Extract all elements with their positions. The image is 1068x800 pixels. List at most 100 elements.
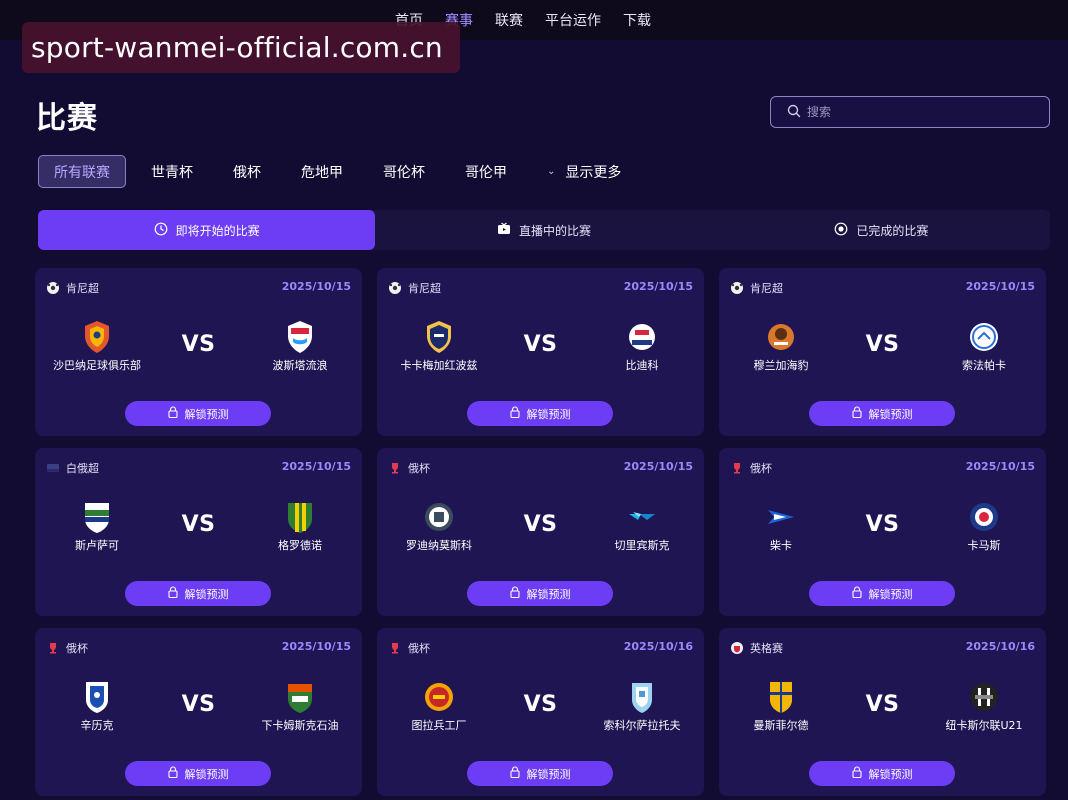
team-name: 穆兰加海豹 (753, 359, 809, 372)
unlock-prediction-button[interactable]: 解锁预测 (809, 401, 955, 426)
soccer-ball-icon (388, 280, 402, 294)
tab-live-label: 直播中的比赛 (518, 223, 591, 238)
team-crest-icon (922, 680, 1046, 714)
away-team[interactable]: 格罗德诺 (238, 500, 362, 553)
lock-icon (509, 406, 520, 421)
match-date: 2025/10/16 (623, 640, 693, 653)
match-date: 2025/10/15 (281, 280, 351, 293)
nav-item-leagues[interactable]: 联赛 (495, 10, 523, 30)
team-name: 图拉兵工厂 (411, 719, 467, 732)
lock-icon (167, 766, 178, 781)
match-date: 2025/10/15 (965, 280, 1035, 293)
unlock-prediction-button[interactable]: 解锁预测 (125, 401, 271, 426)
unlock-prediction-button[interactable]: 解锁预测 (467, 761, 613, 786)
radio-dot-icon (834, 222, 848, 239)
page-title: 比赛 (36, 101, 98, 136)
away-team[interactable]: 下卡姆斯克石油 (238, 680, 362, 733)
filter-league[interactable]: 哥伦甲 (450, 155, 522, 188)
team-name: 罗迪纳莫斯科 (406, 539, 472, 552)
filter-league[interactable]: 世青杯 (136, 155, 208, 188)
tab-upcoming-label: 即将开始的比赛 (175, 223, 260, 238)
match-date: 2025/10/15 (623, 460, 693, 473)
lock-icon (167, 586, 178, 601)
unlock-label: 解锁预测 (184, 587, 229, 601)
tab-finished-label: 已完成的比赛 (856, 223, 929, 238)
match-date: 2025/10/15 (281, 460, 351, 473)
match-status-tabs: 即将开始的比赛 直播中的比赛 已完成的比赛 (38, 210, 1050, 250)
lock-icon (167, 406, 178, 421)
team-name: 比迪科 (625, 359, 659, 372)
unlock-label: 解锁预测 (868, 767, 913, 781)
away-team[interactable]: 索科尔萨拉托夫 (580, 680, 704, 733)
away-team[interactable]: 波斯塔流浪 (238, 320, 362, 373)
league-name: 俄杯 (66, 642, 88, 655)
match-card[interactable]: 肯尼超 2025/10/15 穆兰加海豹 VS 索法帕卡 解锁预测 (719, 268, 1046, 436)
team-name: 切里宾斯克 (614, 539, 670, 552)
site-watermark: sport-wanmei-official.com.cn (22, 22, 460, 73)
tab-finished[interactable]: 已完成的比赛 (713, 210, 1050, 250)
search-box[interactable] (770, 96, 1050, 128)
match-card[interactable]: 白俄超 2025/10/15 斯卢萨可 VS 格罗德诺 解锁预测 (35, 448, 362, 616)
unlock-label: 解锁预测 (184, 767, 229, 781)
league-name: 肯尼超 (66, 282, 99, 295)
filter-all-leagues[interactable]: 所有联赛 (38, 155, 126, 188)
league-shield-icon (730, 640, 744, 654)
cup-icon (730, 460, 744, 474)
away-team[interactable]: 比迪科 (580, 320, 704, 373)
lock-icon (509, 586, 520, 601)
league-name: 俄杯 (408, 642, 430, 655)
unlock-label: 解锁预测 (526, 407, 571, 421)
match-grid: 肯尼超 2025/10/15 沙巴纳足球俱乐部 VS 波斯塔流浪 解锁预测 肯尼… (35, 268, 1046, 796)
league-name: 俄杯 (408, 462, 430, 475)
team-name: 索科尔萨拉托夫 (603, 719, 681, 732)
team-name: 柴卡 (770, 539, 792, 552)
soccer-ball-icon (730, 280, 744, 294)
unlock-prediction-button[interactable]: 解锁预测 (125, 581, 271, 606)
nav-item-platform[interactable]: 平台运作 (545, 10, 601, 30)
away-team[interactable]: 切里宾斯克 (580, 500, 704, 553)
league-name: 俄杯 (750, 462, 772, 475)
unlock-prediction-button[interactable]: 解锁预测 (809, 581, 955, 606)
match-date: 2025/10/15 (623, 280, 693, 293)
tab-live[interactable]: 直播中的比赛 (375, 210, 712, 250)
match-date: 2025/10/15 (281, 640, 351, 653)
unlock-prediction-button[interactable]: 解锁预测 (467, 401, 613, 426)
match-card[interactable]: 俄杯 2025/10/16 图拉兵工厂 VS 索科尔萨拉托夫 解锁预测 (377, 628, 704, 796)
unlock-label: 解锁预测 (868, 587, 913, 601)
lock-icon (851, 766, 862, 781)
team-name: 波斯塔流浪 (272, 359, 328, 372)
unlock-label: 解锁预测 (184, 407, 229, 421)
team-name: 索法帕卡 (962, 359, 1006, 372)
away-team[interactable]: 卡马斯 (922, 500, 1046, 553)
show-more-label: 显示更多 (565, 164, 622, 181)
away-team[interactable]: 纽卡斯尔联U21 (922, 680, 1046, 733)
team-crest-icon (238, 500, 362, 534)
nav-item-download[interactable]: 下载 (623, 10, 651, 30)
cup-icon (388, 640, 402, 654)
match-card[interactable]: 俄杯 2025/10/15 柴卡 VS 卡马斯 解锁预测 (719, 448, 1046, 616)
match-card[interactable]: 俄杯 2025/10/15 罗迪纳莫斯科 VS 切里宾斯克 解锁预测 (377, 448, 704, 616)
match-card[interactable]: 肯尼超 2025/10/15 沙巴纳足球俱乐部 VS 波斯塔流浪 解锁预测 (35, 268, 362, 436)
match-card[interactable]: 英格赛 2025/10/16 曼斯菲尔德 VS 纽卡斯尔联U21 解锁预测 (719, 628, 1046, 796)
clock-icon (154, 222, 168, 239)
team-name: 下卡姆斯克石油 (261, 719, 339, 732)
cup-icon (46, 640, 60, 654)
tab-upcoming[interactable]: 即将开始的比赛 (38, 210, 376, 250)
match-card[interactable]: 俄杯 2025/10/15 辛历克 VS 下卡姆斯克石油 解锁预测 (35, 628, 362, 796)
team-name: 格罗德诺 (278, 539, 322, 552)
show-more-button[interactable]: ⌄ 显示更多 (532, 155, 636, 188)
filter-league[interactable]: 危地甲 (286, 155, 358, 188)
league-filters: 所有联赛 世青杯 俄杯 危地甲 哥伦杯 哥伦甲 ⌄ 显示更多 (38, 155, 646, 188)
away-team[interactable]: 索法帕卡 (922, 320, 1046, 373)
unlock-prediction-button[interactable]: 解锁预测 (125, 761, 271, 786)
unlock-prediction-button[interactable]: 解锁预测 (809, 761, 955, 786)
unlock-prediction-button[interactable]: 解锁预测 (467, 581, 613, 606)
match-card[interactable]: 肯尼超 2025/10/15 卡卡梅加红波兹 VS 比迪科 解锁预测 (377, 268, 704, 436)
team-name: 卡马斯 (967, 539, 1001, 552)
team-crest-icon (580, 320, 704, 354)
filter-league[interactable]: 哥伦杯 (368, 155, 440, 188)
team-crest-icon (238, 680, 362, 714)
filter-league[interactable]: 俄杯 (218, 155, 276, 188)
team-crest-icon (580, 680, 704, 714)
search-input[interactable] (807, 105, 1037, 119)
